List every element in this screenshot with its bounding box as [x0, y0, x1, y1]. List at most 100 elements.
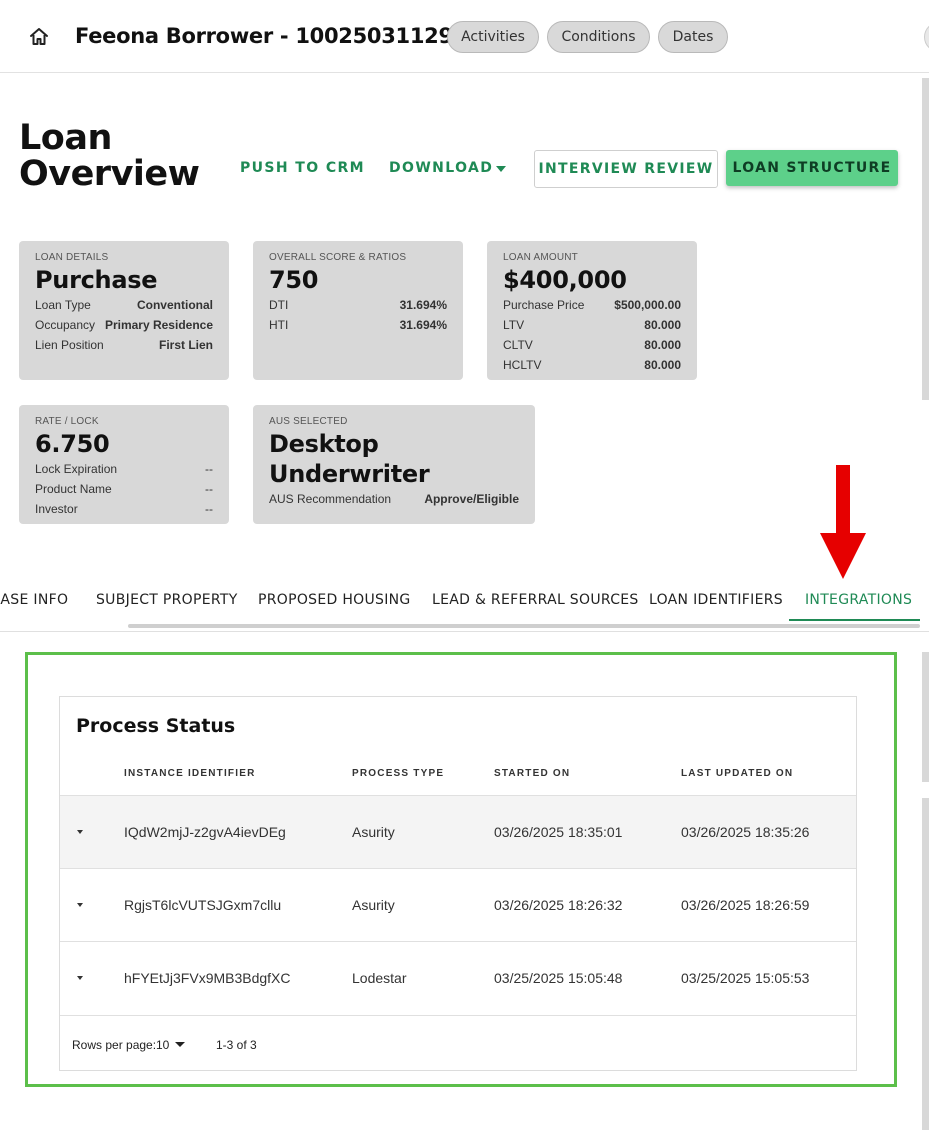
tab-proposed-housing[interactable]: PROPOSED HOUSING	[258, 592, 411, 608]
tab-lead-referral-sources[interactable]: LEAD & REFERRAL SOURCES	[432, 592, 639, 608]
scrollbar[interactable]	[922, 78, 929, 400]
cell-started-on: 03/26/2025 18:35:01	[494, 824, 623, 840]
push-to-crm-button[interactable]: PUSH TO CRM	[240, 160, 365, 176]
panel-title: Process Status	[76, 715, 236, 737]
section-tabs: IASE INFO SUBJECT PROPERTY PROPOSED HOUS…	[0, 580, 929, 632]
card-value: $400,000	[503, 266, 627, 294]
card-row: CLTV 80.000	[503, 335, 681, 355]
card-row: DTI 31.694%	[269, 295, 447, 315]
cell-last-updated-on: 03/26/2025 18:26:59	[681, 897, 810, 913]
card-row-value: --	[205, 502, 213, 516]
card-row-key: Lien Position	[35, 338, 104, 352]
card-row-value: Primary Residence	[104, 318, 213, 332]
cell-instance-identifier: RgjsT6lcVUTSJGxm7cllu	[124, 897, 282, 913]
column-header-process-type: PROCESS TYPE	[352, 768, 445, 779]
download-button[interactable]: DOWNLOAD	[389, 160, 493, 176]
tab-subject-property[interactable]: SUBJECT PROPERTY	[96, 592, 238, 608]
card-row-value: --	[205, 462, 213, 476]
scrollbar-secondary[interactable]	[922, 652, 929, 782]
card-row-value: First Lien	[158, 338, 213, 352]
score-ratios-card: OVERALL SCORE & RATIOS 750 DTI 31.694% HT…	[253, 241, 463, 380]
card-row: AUS Recommendation Approve/Eligible	[269, 489, 519, 509]
card-row: Loan Type Conventional	[35, 295, 213, 315]
card-row-key: Investor	[35, 502, 78, 516]
card-row-value: Approve/Eligible	[424, 492, 519, 506]
card-row: HTI 31.694%	[269, 315, 447, 335]
card-label: RATE / LOCK	[35, 416, 99, 427]
card-row-value: 80.000	[644, 358, 681, 372]
expand-caret-icon[interactable]	[77, 903, 83, 907]
expand-caret-icon[interactable]	[77, 976, 83, 980]
tab-purchase-info[interactable]: IASE INFO	[0, 592, 68, 608]
activities-chip[interactable]: Activities	[447, 21, 539, 53]
card-row: Investor --	[35, 499, 213, 519]
user-avatar[interactable]	[924, 22, 929, 52]
card-value: 750	[269, 266, 319, 294]
card-row-value: 80.000	[644, 338, 681, 352]
conditions-chip[interactable]: Conditions	[547, 21, 650, 53]
card-value: Purchase	[35, 266, 158, 294]
cell-started-on: 03/25/2025 15:05:48	[494, 970, 623, 986]
card-row: Lock Expiration --	[35, 459, 213, 479]
card-label: OVERALL SCORE & RATIOS	[269, 252, 407, 263]
tabs-scrollbar[interactable]	[128, 624, 920, 628]
card-label: LOAN DETAILS	[35, 252, 109, 263]
cell-process-type: Asurity	[352, 824, 395, 840]
chevron-down-icon[interactable]	[175, 1042, 185, 1047]
card-row-key: Loan Type	[35, 298, 91, 312]
chevron-down-icon[interactable]	[496, 166, 506, 172]
dates-chip[interactable]: Dates	[658, 21, 728, 53]
borrower-title: Feeona Borrower - 100250311297	[75, 24, 468, 48]
rate-lock-card: RATE / LOCK 6.750 Lock Expiration -- Prod…	[19, 405, 229, 524]
card-row-value: 80.000	[644, 318, 681, 332]
cell-started-on: 03/26/2025 18:26:32	[494, 897, 623, 913]
home-icon[interactable]	[27, 25, 51, 49]
loan-amount-card: LOAN AMOUNT $400,000 Purchase Price $500,…	[487, 241, 697, 380]
card-row-key: Occupancy	[35, 318, 96, 332]
card-label: AUS SELECTED	[269, 416, 348, 427]
card-row-key: Lock Expiration	[35, 462, 118, 476]
column-header-instance-identifier: INSTANCE IDENTIFIER	[124, 768, 256, 779]
tab-integrations[interactable]: INTEGRATIONS	[805, 592, 912, 608]
table-row[interactable]: RgjsT6lcVUTSJGxm7cllu Asurity 03/26/2025…	[60, 868, 856, 941]
interview-review-button[interactable]: INTERVIEW REVIEW	[534, 150, 718, 188]
cell-last-updated-on: 03/25/2025 15:05:53	[681, 970, 810, 986]
card-row-key: AUS Recommendation	[269, 492, 392, 506]
card-row: HCLTV 80.000	[503, 355, 681, 375]
table-row[interactable]: IQdW2mjJ-z2gvA4ievDEg Asurity 03/26/2025…	[60, 795, 856, 868]
tab-loan-identifiers[interactable]: LOAN IDENTIFIERS	[649, 592, 783, 608]
card-row-key: Purchase Price	[503, 298, 585, 312]
pagination-range: 1-3 of 3	[216, 1038, 257, 1052]
card-row-key: HCLTV	[503, 358, 542, 372]
column-header-started-on: STARTED ON	[494, 768, 571, 779]
page-title-line1: Loan	[19, 118, 112, 158]
card-row: Product Name --	[35, 479, 213, 499]
top-bar: Feeona Borrower - 100250311297 Activitie…	[0, 0, 929, 73]
card-row-key: HTI	[269, 318, 289, 332]
card-row-value: $500,000.00	[614, 298, 681, 312]
expand-caret-icon[interactable]	[77, 830, 83, 834]
cell-last-updated-on: 03/26/2025 18:35:26	[681, 824, 810, 840]
loan-details-card: LOAN DETAILS Purchase Loan Type Conventio…	[19, 241, 229, 380]
column-header-last-updated-on: LAST UPDATED ON	[681, 768, 794, 779]
rows-per-page-select[interactable]: 10	[156, 1038, 169, 1052]
table-row[interactable]: hFYEtJj3FVx9MB3BdgfXC Lodestar 03/25/202…	[60, 941, 856, 1014]
card-row: Occupancy Primary Residence	[35, 315, 213, 335]
loan-structure-button[interactable]: LOAN STRUCTURE	[726, 150, 898, 186]
card-row-value: 31.694%	[399, 298, 447, 312]
page-title: Loan Overview	[19, 118, 200, 194]
aus-selected-card: AUS SELECTED Desktop Underwriter AUS Rec…	[253, 405, 535, 524]
card-label: LOAN AMOUNT	[503, 252, 578, 263]
card-row-value: 31.694%	[399, 318, 447, 332]
card-value: Desktop Underwriter	[269, 430, 430, 488]
cell-instance-identifier: IQdW2mjJ-z2gvA4ievDEg	[124, 824, 286, 840]
card-row-key: Product Name	[35, 482, 112, 496]
scrollbar-tertiary[interactable]	[922, 798, 929, 1130]
card-value: 6.750	[35, 430, 110, 458]
active-tab-indicator	[789, 619, 920, 621]
cell-instance-identifier: hFYEtJj3FVx9MB3BdgfXC	[124, 970, 291, 986]
page-title-line2: Overview	[19, 154, 200, 194]
cell-process-type: Asurity	[352, 897, 395, 913]
card-row: Lien Position First Lien	[35, 335, 213, 355]
annotation-arrow-icon	[820, 465, 866, 579]
